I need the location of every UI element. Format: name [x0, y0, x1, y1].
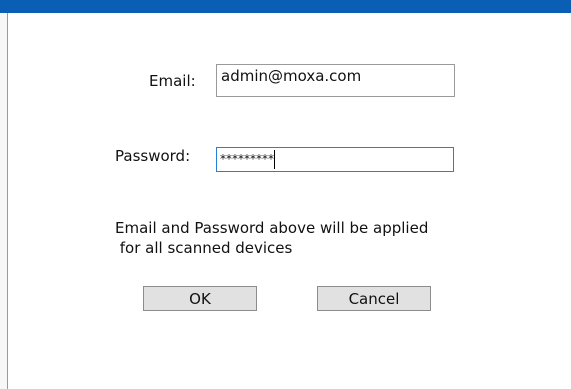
text-caret [274, 150, 275, 169]
window-left-edge [0, 13, 8, 389]
password-field-value: ********* [220, 152, 274, 166]
credentials-dialog: Email: admin@moxa.com Password: ********… [0, 0, 571, 389]
info-note-line-2: for all scanned devices [115, 239, 293, 257]
dialog-title-bar[interactable] [0, 0, 571, 13]
info-note-line-1: Email and Password above will be applied [115, 219, 429, 237]
cancel-button[interactable]: Cancel [317, 286, 431, 311]
password-field[interactable]: ********* [216, 147, 454, 172]
password-label: Password: [115, 147, 191, 165]
email-field-value: admin@moxa.com [221, 67, 362, 85]
email-field[interactable]: admin@moxa.com [216, 64, 455, 97]
info-note: Email and Password above will be applied… [115, 218, 428, 258]
email-label: Email: [149, 72, 196, 90]
ok-button[interactable]: OK [143, 286, 257, 311]
